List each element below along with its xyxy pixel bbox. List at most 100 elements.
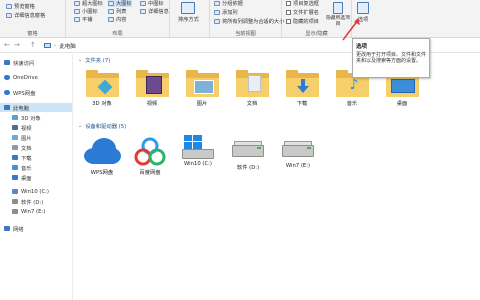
tooltip-text: 更改用于打开项目、文件和文件夹和以及搜索等方面的设置。 bbox=[356, 52, 427, 65]
checkbox-icon bbox=[286, 1, 291, 6]
device-drive-d[interactable]: 软件 (D:) bbox=[228, 133, 268, 188]
sidebar-item-label: 网络 bbox=[13, 226, 24, 233]
desktop-icon bbox=[390, 79, 415, 93]
layout-details[interactable]: 详细信息 bbox=[140, 8, 169, 15]
small-icons-icon bbox=[74, 9, 80, 14]
drive-icon bbox=[282, 141, 314, 157]
content-icon bbox=[108, 17, 114, 22]
folder-pictures[interactable]: 图片 bbox=[182, 66, 222, 121]
sidebar-item-downloads[interactable]: 下载 bbox=[0, 153, 72, 162]
folder-videos[interactable]: 视频 bbox=[132, 66, 172, 121]
sidebar-item-drive-e[interactable]: Win7 (E:) bbox=[0, 207, 72, 216]
panes-group-label: 窗格 bbox=[27, 31, 38, 37]
preview-pane-icon bbox=[6, 4, 12, 9]
drive-icon bbox=[12, 209, 18, 214]
ribbon-group-sort: 排序方式 bbox=[170, 0, 210, 38]
layout-list[interactable]: 列表 bbox=[108, 8, 126, 15]
film-icon bbox=[145, 76, 162, 94]
folder-documents[interactable]: 文档 bbox=[232, 66, 272, 121]
layout-label: 中图标 bbox=[148, 1, 164, 7]
hidden-items-toggle[interactable]: 隐藏的项目 bbox=[286, 18, 319, 25]
layout-medium-icons[interactable]: 中图标 bbox=[140, 0, 164, 7]
sidebar-item-desktop[interactable]: 桌面 bbox=[0, 173, 72, 182]
checkbox-icon bbox=[286, 10, 291, 15]
sidebar-item-this-pc[interactable]: 此电脑 bbox=[0, 103, 72, 112]
sidebar-item-label: 音乐 bbox=[21, 165, 32, 172]
details-pane-icon bbox=[6, 13, 12, 18]
sidebar-item-videos[interactable]: 视频 bbox=[0, 123, 72, 132]
xl-icons-icon bbox=[74, 1, 80, 6]
sidebar-item-3d-objects[interactable]: 3D 对象 bbox=[0, 113, 72, 122]
folder-label: 音乐 bbox=[346, 101, 358, 107]
pane-divider bbox=[72, 54, 73, 300]
file-extensions-toggle[interactable]: 文件扩展名 bbox=[286, 9, 319, 16]
preview-pane-button[interactable]: 预览窗格 bbox=[6, 3, 35, 10]
sidebar-item-pictures[interactable]: 图片 bbox=[0, 133, 72, 142]
folders-section-header[interactable]: ⌄ 文件夹 (7) bbox=[78, 56, 110, 64]
details-icon bbox=[140, 9, 146, 14]
sidebar-item-onedrive[interactable]: OneDrive bbox=[0, 73, 72, 82]
device-drive-e[interactable]: Win7 (E:) bbox=[278, 133, 318, 188]
hidden-items-label: 隐藏的项目 bbox=[293, 19, 319, 25]
layout-small-icons[interactable]: 小图标 bbox=[74, 8, 98, 15]
group-by-label: 分组依据 bbox=[222, 1, 243, 7]
device-wps-drive[interactable]: WPS网盘 bbox=[80, 133, 124, 188]
forward-icon[interactable]: → bbox=[14, 41, 20, 49]
checkbox-icon bbox=[286, 19, 291, 24]
folder-label: 3D 对象 bbox=[92, 101, 112, 107]
sidebar-item-label: 视频 bbox=[21, 125, 32, 132]
device-label: 百度网盘 bbox=[139, 170, 161, 176]
folder-label: 桌面 bbox=[396, 101, 408, 107]
sidebar-item-label: Win7 (E:) bbox=[21, 208, 46, 215]
breadcrumb-separator: › bbox=[54, 42, 57, 49]
ribbon-group-current-view: 分组依据 添加列 将所有列调整为合适的大小 当前视图 bbox=[210, 0, 284, 38]
sidebar-item-wps-drive[interactable]: WPS网盘 bbox=[0, 88, 72, 97]
baidu-drive-icon bbox=[134, 137, 166, 166]
device-baidu-drive[interactable]: 百度网盘 bbox=[130, 133, 170, 188]
sidebar-item-drive-d[interactable]: 软件 (D:) bbox=[0, 197, 72, 206]
cube-icon bbox=[12, 115, 18, 120]
sidebar-item-music[interactable]: 音乐 bbox=[0, 163, 72, 172]
sidebar-item-documents[interactable]: 文档 bbox=[0, 143, 72, 152]
computer-icon bbox=[44, 43, 51, 48]
item-checkboxes-toggle[interactable]: 项目复选框 bbox=[286, 0, 319, 7]
film-icon bbox=[12, 125, 18, 130]
devices-section-header[interactable]: ⌄ 设备和驱动器 (5) bbox=[78, 122, 126, 130]
hide-selected-icon bbox=[333, 2, 343, 14]
tiles-icon bbox=[74, 17, 80, 22]
breadcrumb[interactable]: › 此电脑 bbox=[44, 40, 76, 51]
sort-by-button[interactable]: 排序方式 bbox=[178, 2, 199, 23]
folder-label: 视频 bbox=[146, 101, 158, 107]
sidebar-item-drive-c[interactable]: Win10 (C:) bbox=[0, 187, 72, 196]
group-by-icon bbox=[214, 1, 220, 6]
breadcrumb-this-pc[interactable]: 此电脑 bbox=[59, 42, 76, 50]
layout-xl-icons[interactable]: 超大图标 bbox=[74, 0, 103, 7]
up-icon[interactable]: ↑ bbox=[30, 41, 36, 49]
layout-label: 大图标 bbox=[116, 1, 132, 7]
devices-header-label: 设备和驱动器 (5) bbox=[85, 124, 127, 130]
fit-columns-button[interactable]: 将所有列调整为合适的大小 bbox=[214, 18, 284, 25]
group-by-button[interactable]: 分组依据 bbox=[214, 0, 243, 7]
folder-icon bbox=[85, 70, 119, 97]
large-icons-icon bbox=[108, 1, 114, 6]
sidebar-item-network[interactable]: 网络 bbox=[0, 224, 72, 233]
details-pane-button[interactable]: 详细信息窗格 bbox=[6, 12, 45, 19]
folder-icon bbox=[285, 70, 319, 97]
document-icon bbox=[247, 75, 261, 92]
layout-large-icons[interactable]: 大图标 bbox=[108, 0, 132, 7]
folder-downloads[interactable]: 下载 bbox=[282, 66, 322, 121]
layout-label: 详细信息 bbox=[148, 9, 169, 15]
device-drive-c[interactable]: Win10 (C:) bbox=[178, 133, 218, 188]
sidebar-item-label: 下载 bbox=[21, 155, 32, 162]
sidebar-item-quick-access[interactable]: 快速访问 bbox=[0, 58, 72, 67]
picture-icon bbox=[193, 80, 214, 94]
item-checkboxes-label: 项目复选框 bbox=[293, 1, 319, 7]
cloud-icon bbox=[84, 138, 121, 164]
layout-tiles[interactable]: 平铺 bbox=[74, 16, 92, 23]
computer-icon bbox=[4, 105, 10, 110]
add-column-button[interactable]: 添加列 bbox=[214, 9, 238, 16]
folder-3d-objects[interactable]: 3D 对象 bbox=[82, 66, 122, 121]
layout-content[interactable]: 内容 bbox=[108, 16, 126, 23]
back-icon[interactable]: ← bbox=[4, 41, 10, 49]
sidebar-item-label: 软件 (D:) bbox=[21, 199, 44, 206]
